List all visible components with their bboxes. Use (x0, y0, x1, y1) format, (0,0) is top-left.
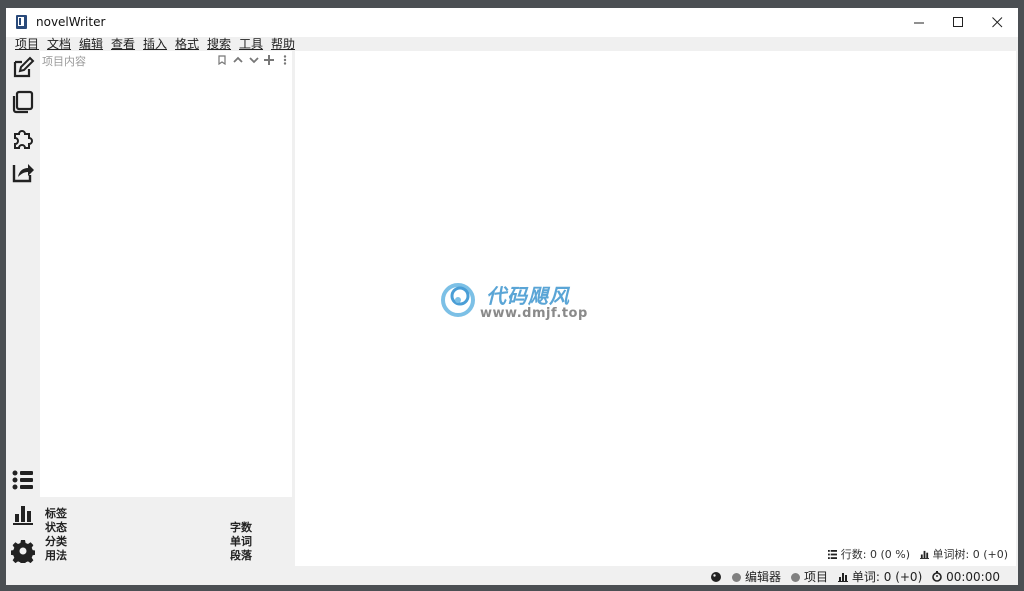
clock-icon (932, 570, 943, 582)
line-count-text: 行数: 0 (0 %) (840, 548, 910, 561)
project-tree-header: 项目内容 (42, 55, 86, 68)
stats-small-icon (838, 573, 849, 582)
maximize-button[interactable] (938, 8, 978, 37)
close-button[interactable] (977, 8, 1017, 37)
watermark: 代码飓风 www.dmjf.top (438, 278, 608, 328)
side-toolbar (6, 52, 40, 567)
edit-icon[interactable] (11, 56, 35, 80)
stats-small-icon (920, 550, 929, 559)
menu-view[interactable]: 查看 (111, 37, 135, 51)
stats-icon[interactable] (11, 502, 35, 526)
menu-bar: 项目 文档 编辑 查看 插入 格式 搜索 工具 帮助 (6, 37, 1018, 51)
chevron-down-icon[interactable] (249, 55, 259, 65)
novel-view-icon[interactable] (11, 90, 35, 114)
bookmark-icon[interactable] (217, 55, 227, 65)
paragraphs-label: 段落 (230, 549, 252, 562)
window-title: novelWriter (36, 15, 106, 29)
editor-footer: 行数: 0 (0 %) 单词树: 0 (+0) (828, 546, 1008, 562)
project-tree-panel[interactable]: 项目内容 (40, 51, 292, 497)
project-status-text: 项目 (804, 570, 829, 584)
close-icon (991, 17, 1002, 28)
novelwriter-logo-icon (16, 15, 27, 29)
watermark-url: www.dmjf.top (480, 306, 588, 321)
title-bar: novelWriter (6, 8, 1018, 37)
plugin-icon[interactable] (11, 126, 35, 150)
watermark-logo-icon (441, 283, 475, 317)
editor-status: 编辑器 (732, 568, 781, 585)
session-words-text: 单词: 0 (+0) (851, 570, 923, 584)
editor-status-text: 编辑器 (745, 570, 782, 584)
maximize-icon (952, 17, 963, 27)
minimize-button[interactable] (899, 8, 939, 37)
menu-project[interactable]: 项目 (15, 37, 39, 51)
menu-search[interactable]: 搜索 (207, 37, 231, 51)
status-bar: 编辑器 项目 单词: 0 (+0) 00:00:00 (6, 566, 1018, 585)
project-status-dot-icon (791, 573, 801, 582)
item-details-panel: 标签 状态 分类 用法 字数 单词 段落 (40, 498, 292, 566)
project-status: 项目 (791, 568, 828, 585)
menu-format[interactable]: 格式 (175, 37, 199, 51)
menu-edit[interactable]: 编辑 (79, 37, 103, 51)
more-options-icon[interactable] (280, 55, 290, 65)
chevron-up-icon[interactable] (233, 55, 243, 65)
export-icon[interactable] (11, 160, 35, 184)
session-words: 单词: 0 (+0) (838, 568, 922, 585)
menu-insert[interactable]: 插入 (143, 37, 167, 51)
session-time: 00:00:00 (932, 570, 1000, 584)
watermark-title: 代码飓风 (486, 284, 570, 308)
editor-status-dot-icon (732, 573, 742, 582)
settings-icon[interactable] (11, 539, 35, 563)
document-editor[interactable]: 代码飓风 www.dmjf.top 行数: 0 (0 %) 单词树: 0 (+0… (295, 51, 1016, 566)
menu-help[interactable]: 帮助 (271, 37, 295, 51)
line-count: 行数: 0 (0 %) (828, 546, 910, 562)
app-window: novelWriter 项目 文档 编辑 查看 插入 格式 搜索 工具 帮助 项… (6, 8, 1018, 585)
menu-document[interactable]: 文档 (47, 37, 71, 51)
language-icon (711, 571, 722, 582)
outline-list-icon[interactable] (11, 468, 35, 492)
session-time-text: 00:00:00 (946, 569, 1000, 584)
add-icon[interactable] (264, 55, 274, 65)
minimize-icon (913, 22, 924, 24)
menu-tools[interactable]: 工具 (239, 37, 263, 51)
word-tree-text: 单词树: 0 (+0) (932, 548, 1009, 561)
usage-label: 用法 (45, 549, 67, 562)
list-icon (828, 550, 838, 559)
word-tree-count: 单词树: 0 (+0) (920, 546, 1008, 562)
